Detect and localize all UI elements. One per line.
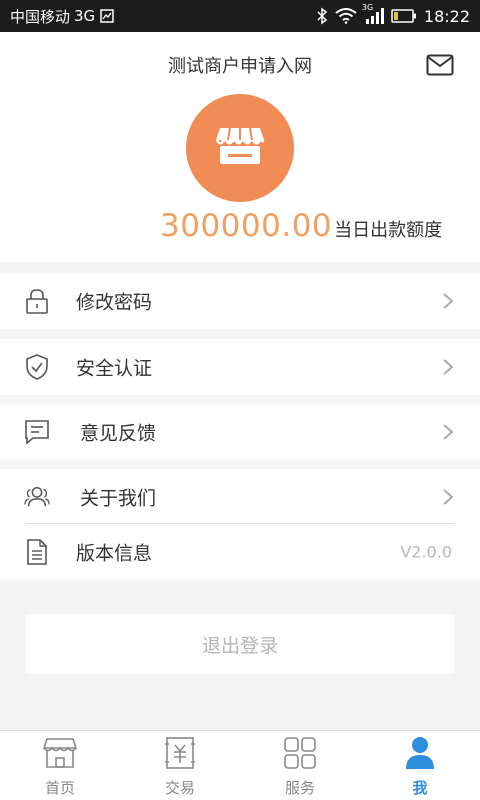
services-grid-icon bbox=[282, 735, 318, 771]
merchant-name: 测试商户申请入网 bbox=[168, 56, 312, 77]
feedback-message-icon bbox=[24, 419, 50, 445]
menu-label-security-auth: 安全认证 bbox=[76, 357, 153, 380]
tab-services[interactable]: 服务 bbox=[240, 731, 360, 800]
tab-label-home: 首页 bbox=[44, 779, 75, 797]
battery-icon bbox=[391, 9, 417, 23]
users-group-icon bbox=[24, 484, 50, 510]
shield-check-icon bbox=[24, 354, 50, 380]
bluetooth-icon bbox=[316, 7, 328, 25]
wifi-icon bbox=[335, 8, 357, 24]
network-type: 3G bbox=[74, 7, 96, 25]
chevron-right-icon bbox=[442, 423, 454, 441]
daily-limit: 300000.00 当日出款额度 bbox=[160, 208, 442, 244]
clock-time: 18:22 bbox=[423, 6, 470, 26]
status-bar: 中国移动 3G 3G 18:22 bbox=[0, 0, 480, 32]
sim-icon bbox=[99, 8, 115, 24]
tab-home[interactable]: 首页 bbox=[0, 731, 120, 800]
tab-transactions[interactable]: 交易 bbox=[120, 731, 240, 800]
merchant-avatar bbox=[186, 94, 294, 202]
menu-item-security-auth[interactable]: 安全认证 bbox=[0, 339, 480, 395]
daily-limit-label: 当日出款额度 bbox=[334, 220, 443, 241]
chevron-right-icon bbox=[442, 488, 454, 506]
chevron-right-icon bbox=[442, 358, 454, 376]
carrier-name: 中国移动 bbox=[10, 7, 71, 26]
user-icon bbox=[402, 735, 438, 771]
tab-label-me: 我 bbox=[412, 779, 428, 797]
chevron-right-icon bbox=[442, 292, 454, 310]
version-value: V2.0.0 bbox=[400, 542, 452, 562]
shop-icon bbox=[214, 124, 266, 172]
tab-me[interactable]: 我 bbox=[360, 731, 480, 800]
menu-label-change-password: 修改密码 bbox=[76, 291, 153, 314]
lock-icon bbox=[24, 288, 50, 314]
bottom-tab-bar: 首页 交易 服务 我 bbox=[0, 730, 480, 800]
merchant-profile-card: 测试商户申请入网 300000.00 当日出款额度 bbox=[0, 32, 480, 262]
menu-item-change-password[interactable]: 修改密码 bbox=[0, 273, 480, 329]
logout-button[interactable]: 退出登录 bbox=[26, 614, 454, 674]
menu-item-feedback[interactable]: 意见反馈 bbox=[0, 404, 480, 460]
tab-label-services: 服务 bbox=[284, 779, 315, 797]
signal-network-tag: 3G bbox=[361, 3, 374, 12]
transaction-icon bbox=[162, 735, 198, 771]
tab-label-transactions: 交易 bbox=[164, 779, 195, 797]
menu-item-version-info: 版本信息 V2.0.0 bbox=[0, 524, 480, 580]
document-icon bbox=[24, 539, 50, 565]
home-shop-icon bbox=[42, 735, 78, 771]
signal-icon: 3G bbox=[362, 3, 384, 25]
mail-icon[interactable] bbox=[426, 54, 454, 76]
menu-label-version-info: 版本信息 bbox=[76, 542, 153, 565]
menu-item-about-us[interactable]: 关于我们 bbox=[0, 469, 480, 525]
daily-limit-amount: 300000.00 bbox=[160, 208, 333, 244]
menu-label-about-us: 关于我们 bbox=[80, 487, 157, 510]
menu-label-feedback: 意见反馈 bbox=[80, 422, 157, 445]
